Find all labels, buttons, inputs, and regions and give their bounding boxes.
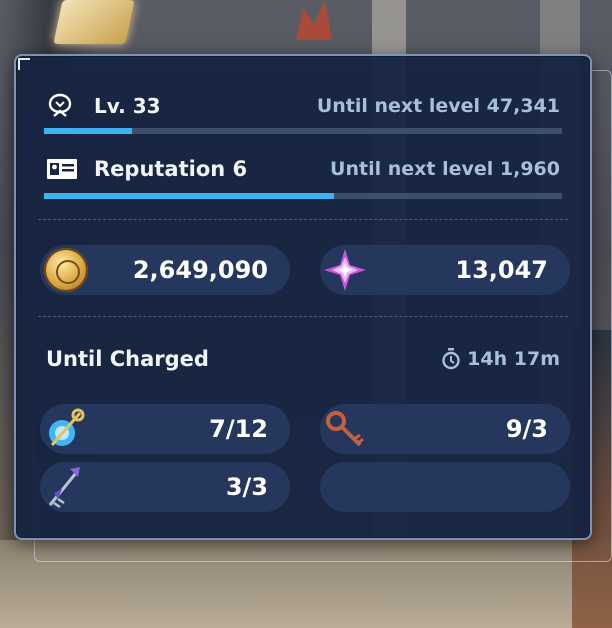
- divider: [38, 219, 568, 220]
- divider: [38, 316, 568, 317]
- id-card-icon: [46, 157, 78, 181]
- charge-row: Until Charged 14h 17m: [46, 347, 560, 371]
- account-status-panel: Lv. 33 Until next level 47,341 Reputatio…: [14, 54, 592, 540]
- key-pill-blue[interactable]: 7/12: [40, 404, 290, 454]
- crystal-currency-pill[interactable]: 13,047: [320, 245, 570, 295]
- gold-currency-pill[interactable]: 2,649,090: [40, 245, 290, 295]
- level-row: Lv. 33 Until next level 47,341: [46, 92, 560, 120]
- background-card-icon: [53, 0, 135, 44]
- charge-timer: 14h 17m: [441, 348, 560, 370]
- key-pill-bronze[interactable]: 9/3: [320, 404, 570, 454]
- stopwatch-icon: [441, 348, 461, 370]
- reputation-next-text: Until next level 1,960: [330, 158, 560, 180]
- charge-title: Until Charged: [46, 347, 209, 371]
- crystal-amount: 13,047: [455, 256, 548, 284]
- charge-timer-text: 14h 17m: [467, 348, 560, 370]
- key-pill-empty: [320, 462, 570, 512]
- level-progress-bar: [44, 128, 562, 134]
- crystal-key-icon: [40, 463, 88, 511]
- reputation-progress-fill: [44, 193, 335, 199]
- level-label: Lv. 33: [94, 94, 161, 118]
- gold-amount: 2,649,090: [132, 256, 268, 284]
- crystal-key-count: 3/3: [225, 473, 268, 501]
- level-next-text: Until next level 47,341: [316, 95, 560, 117]
- key-pill-crystal[interactable]: 3/3: [40, 462, 290, 512]
- level-progress-fill: [44, 128, 133, 134]
- blue-key-count: 7/12: [209, 415, 268, 443]
- reputation-row: Reputation 6 Until next level 1,960: [46, 157, 560, 181]
- purple-crystal-icon: [322, 247, 368, 293]
- level-emblem-icon: [46, 92, 74, 120]
- bronze-key-icon: [320, 405, 368, 453]
- gold-coin-icon: [44, 248, 88, 292]
- reputation-progress-bar: [44, 193, 562, 199]
- reputation-label: Reputation 6: [94, 157, 248, 181]
- bronze-key-count: 9/3: [505, 415, 548, 443]
- blue-orb-key-icon: [40, 405, 88, 453]
- corner-decoration: [18, 58, 30, 70]
